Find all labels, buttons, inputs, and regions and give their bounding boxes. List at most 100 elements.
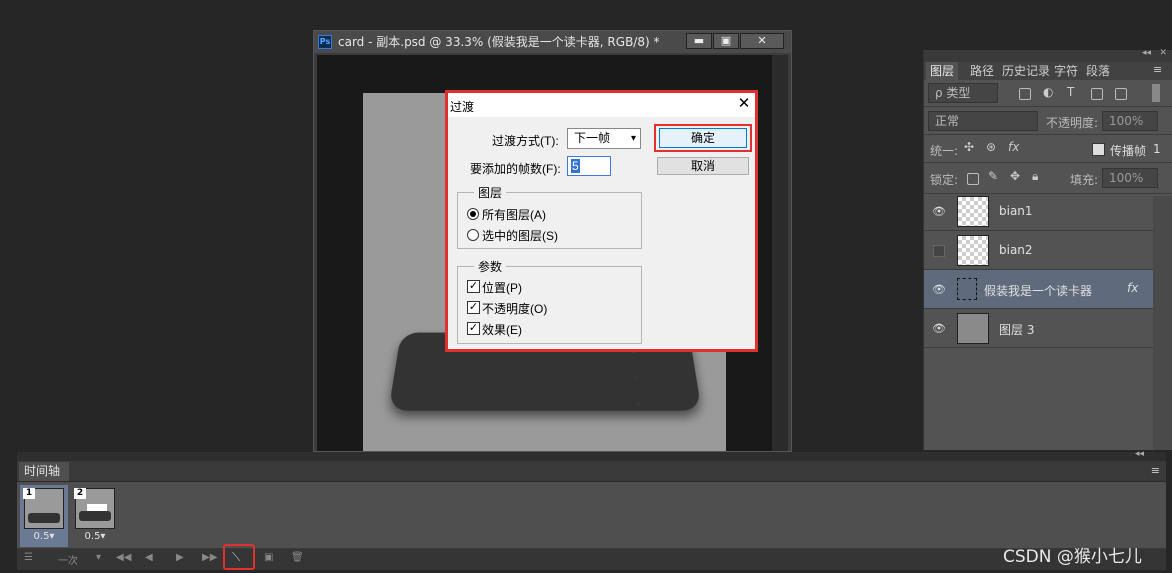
duplicate-frame-icon[interactable]: ▣	[264, 552, 273, 563]
loop-options-select[interactable]: 一次	[58, 552, 78, 567]
layer-row[interactable]: 👁︎ bian1	[924, 192, 1153, 231]
lock-label: 锁定:	[930, 173, 959, 187]
checkbox-position[interactable]: ✓ 位置(P)	[467, 279, 637, 295]
dialog-titlebar[interactable]: 过渡 ✕	[448, 93, 755, 117]
layer-name: bian1	[999, 204, 1033, 218]
tween-method-label: 过渡方式(T):	[492, 134, 559, 148]
lock-all-icon[interactable]: 🔒︎	[1032, 169, 1038, 184]
frames-strip: 1 0.5▾ 2 0.5▾	[17, 482, 1166, 548]
panel-header-bar[interactable]: ◂◂ ✕	[924, 48, 1172, 62]
propagate-checkbox[interactable]: ✓	[1092, 143, 1105, 156]
frame-delay[interactable]: 0.5▾	[20, 531, 68, 542]
filter-type-select[interactable]: ρ 类型	[928, 83, 998, 103]
panel-menu-icon[interactable]: ≡	[1153, 63, 1162, 76]
frame-number: 1	[23, 488, 35, 499]
propagate-count: 1	[1153, 142, 1161, 156]
smart-object-filter-icon[interactable]	[1115, 88, 1127, 100]
lock-transparent-icon[interactable]	[967, 173, 979, 185]
next-frame-icon[interactable]: ▶▶	[202, 552, 217, 563]
play-icon[interactable]: ▶	[176, 552, 184, 563]
eye-icon[interactable]: 👁︎	[932, 322, 946, 335]
tween-dialog: 过渡 ✕ 过渡方式(T): 下一帧 ▾ 要添加的帧数(F): 5 确定 取消 图…	[445, 90, 758, 352]
fill-value: 100%	[1109, 171, 1144, 185]
document-titlebar[interactable]: Ps card - 副本.psd @ 33.3% (假装我是一个读卡器, RGB…	[314, 31, 791, 53]
tween-icon[interactable]: ⟍	[232, 550, 240, 565]
tab-history[interactable]: 历史记录	[1002, 62, 1050, 80]
fill-input[interactable]: 100%	[1102, 168, 1158, 188]
layer-thumbnail	[957, 235, 989, 266]
filter-row: ρ 类型 ◐ T	[924, 80, 1172, 107]
cancel-button[interactable]: 取消	[657, 157, 749, 175]
radio-all-layers[interactable]: 所有图层(A)	[467, 206, 637, 222]
maximize-button[interactable]: ▣	[713, 33, 739, 49]
layers-panel: ◂◂ ✕ 图层 路径 历史记录 字符 段落 ≡ ρ 类型 ◐ T 正常 不透明度…	[923, 48, 1172, 450]
type-filter-icon[interactable]: T	[1067, 85, 1074, 99]
unify-position-icon[interactable]: ✣	[964, 140, 974, 154]
close-panel-icon[interactable]: ✕	[1159, 48, 1167, 58]
frame-item[interactable]: 1 0.5▾	[20, 485, 68, 547]
adjustment-filter-icon[interactable]: ◐	[1043, 85, 1053, 99]
dialog-title: 过渡	[450, 100, 475, 114]
unify-style-icon[interactable]: fx	[1008, 140, 1019, 154]
close-icon[interactable]: ✕	[736, 95, 752, 113]
frame-item[interactable]: 2 0.5▾	[71, 485, 119, 547]
tween-method-select[interactable]: 下一帧 ▾	[567, 128, 641, 149]
frames-to-add-value: 5	[571, 159, 580, 173]
eye-icon[interactable]: 👁︎	[932, 283, 946, 296]
frame-thumbnail-shape	[28, 513, 60, 523]
ok-button-highlight: 确定	[654, 124, 752, 152]
previous-frame-icon[interactable]: ◀	[145, 552, 153, 563]
collapse-icon[interactable]: ◂◂	[1142, 48, 1151, 58]
chevron-down-icon[interactable]: ▾	[96, 552, 101, 563]
delete-frame-icon[interactable]: 🗑︎	[291, 552, 304, 563]
layers-group: 图层 所有图层(A) 选中的图层(S)	[457, 184, 642, 249]
lock-position-icon[interactable]: ✥	[1010, 169, 1020, 183]
tab-paths[interactable]: 路径	[970, 62, 994, 80]
checkbox-effects-label: 效果(E)	[482, 323, 522, 337]
vertical-scrollbar[interactable]	[772, 55, 788, 451]
tab-character[interactable]: 字符	[1054, 62, 1078, 80]
visibility-toggle-off[interactable]	[933, 245, 945, 257]
parameters-group-title: 参数	[474, 258, 507, 275]
lock-row: 锁定: ✎ ✥ 🔒︎ 填充: 100%	[924, 163, 1172, 194]
image-filter-icon[interactable]	[1019, 88, 1031, 100]
blend-mode-select[interactable]: 正常	[928, 111, 1038, 131]
minimize-button[interactable]: ▬	[686, 33, 712, 49]
blend-mode-value: 正常	[935, 114, 960, 128]
layer-thumbnail	[957, 313, 989, 344]
frame-delay[interactable]: 0.5▾	[71, 531, 119, 542]
convert-timeline-icon[interactable]: ☰	[24, 552, 33, 563]
radio-selected-layers-label: 选中的图层(S)	[482, 229, 558, 243]
collapse-icon[interactable]: ◂◂	[1135, 449, 1144, 459]
ok-button[interactable]: 确定	[659, 128, 747, 148]
opacity-input[interactable]: 100%	[1102, 111, 1158, 131]
frame-thumbnail-shape	[79, 511, 111, 521]
shape-filter-icon[interactable]	[1091, 88, 1103, 100]
layers-scrollbar[interactable]	[1153, 196, 1172, 450]
tab-layers[interactable]: 图层	[926, 62, 959, 80]
frames-to-add-input[interactable]: 5	[567, 156, 611, 176]
timeline-header-bar[interactable]: ◂◂	[17, 449, 1166, 461]
radio-icon	[467, 229, 479, 241]
frame-thumbnail-card	[87, 504, 107, 511]
radio-selected-layers[interactable]: 选中的图层(S)	[467, 227, 637, 243]
tab-paragraph[interactable]: 段落	[1086, 62, 1110, 80]
layer-row[interactable]: 👁︎ 图层 3	[924, 309, 1153, 348]
fx-icon[interactable]: fx	[1127, 281, 1138, 295]
layer-name: bian2	[999, 243, 1033, 257]
first-frame-icon[interactable]: ◀◀	[116, 552, 131, 563]
photoshop-icon: Ps	[318, 35, 332, 49]
layer-row[interactable]: bian2	[924, 231, 1153, 270]
lock-image-icon[interactable]: ✎	[988, 169, 998, 183]
tab-timeline[interactable]: 时间轴	[19, 462, 69, 481]
panel-menu-icon[interactable]: ≡	[1151, 464, 1160, 477]
eye-icon[interactable]: 👁︎	[932, 205, 946, 218]
checkbox-opacity[interactable]: ✓ 不透明度(O)	[467, 300, 637, 316]
layer-row-selected[interactable]: 👁︎ 假装我是一个读卡器 fx	[924, 270, 1153, 309]
watermark: CSDN @猴小七儿	[1003, 547, 1142, 567]
checkbox-effects[interactable]: ✓ 效果(E)	[467, 321, 637, 337]
close-button[interactable]: ✕	[740, 33, 784, 49]
filter-toggle[interactable]	[1152, 84, 1160, 102]
unify-visibility-icon[interactable]: ⊛	[986, 140, 996, 154]
timeline-panel: ◂◂ 时间轴 ≡ 1 0.5▾ 2 0.5▾ ☰ 一次 ▾ ◀◀ ◀ ▶ ▶▶ …	[17, 449, 1166, 570]
